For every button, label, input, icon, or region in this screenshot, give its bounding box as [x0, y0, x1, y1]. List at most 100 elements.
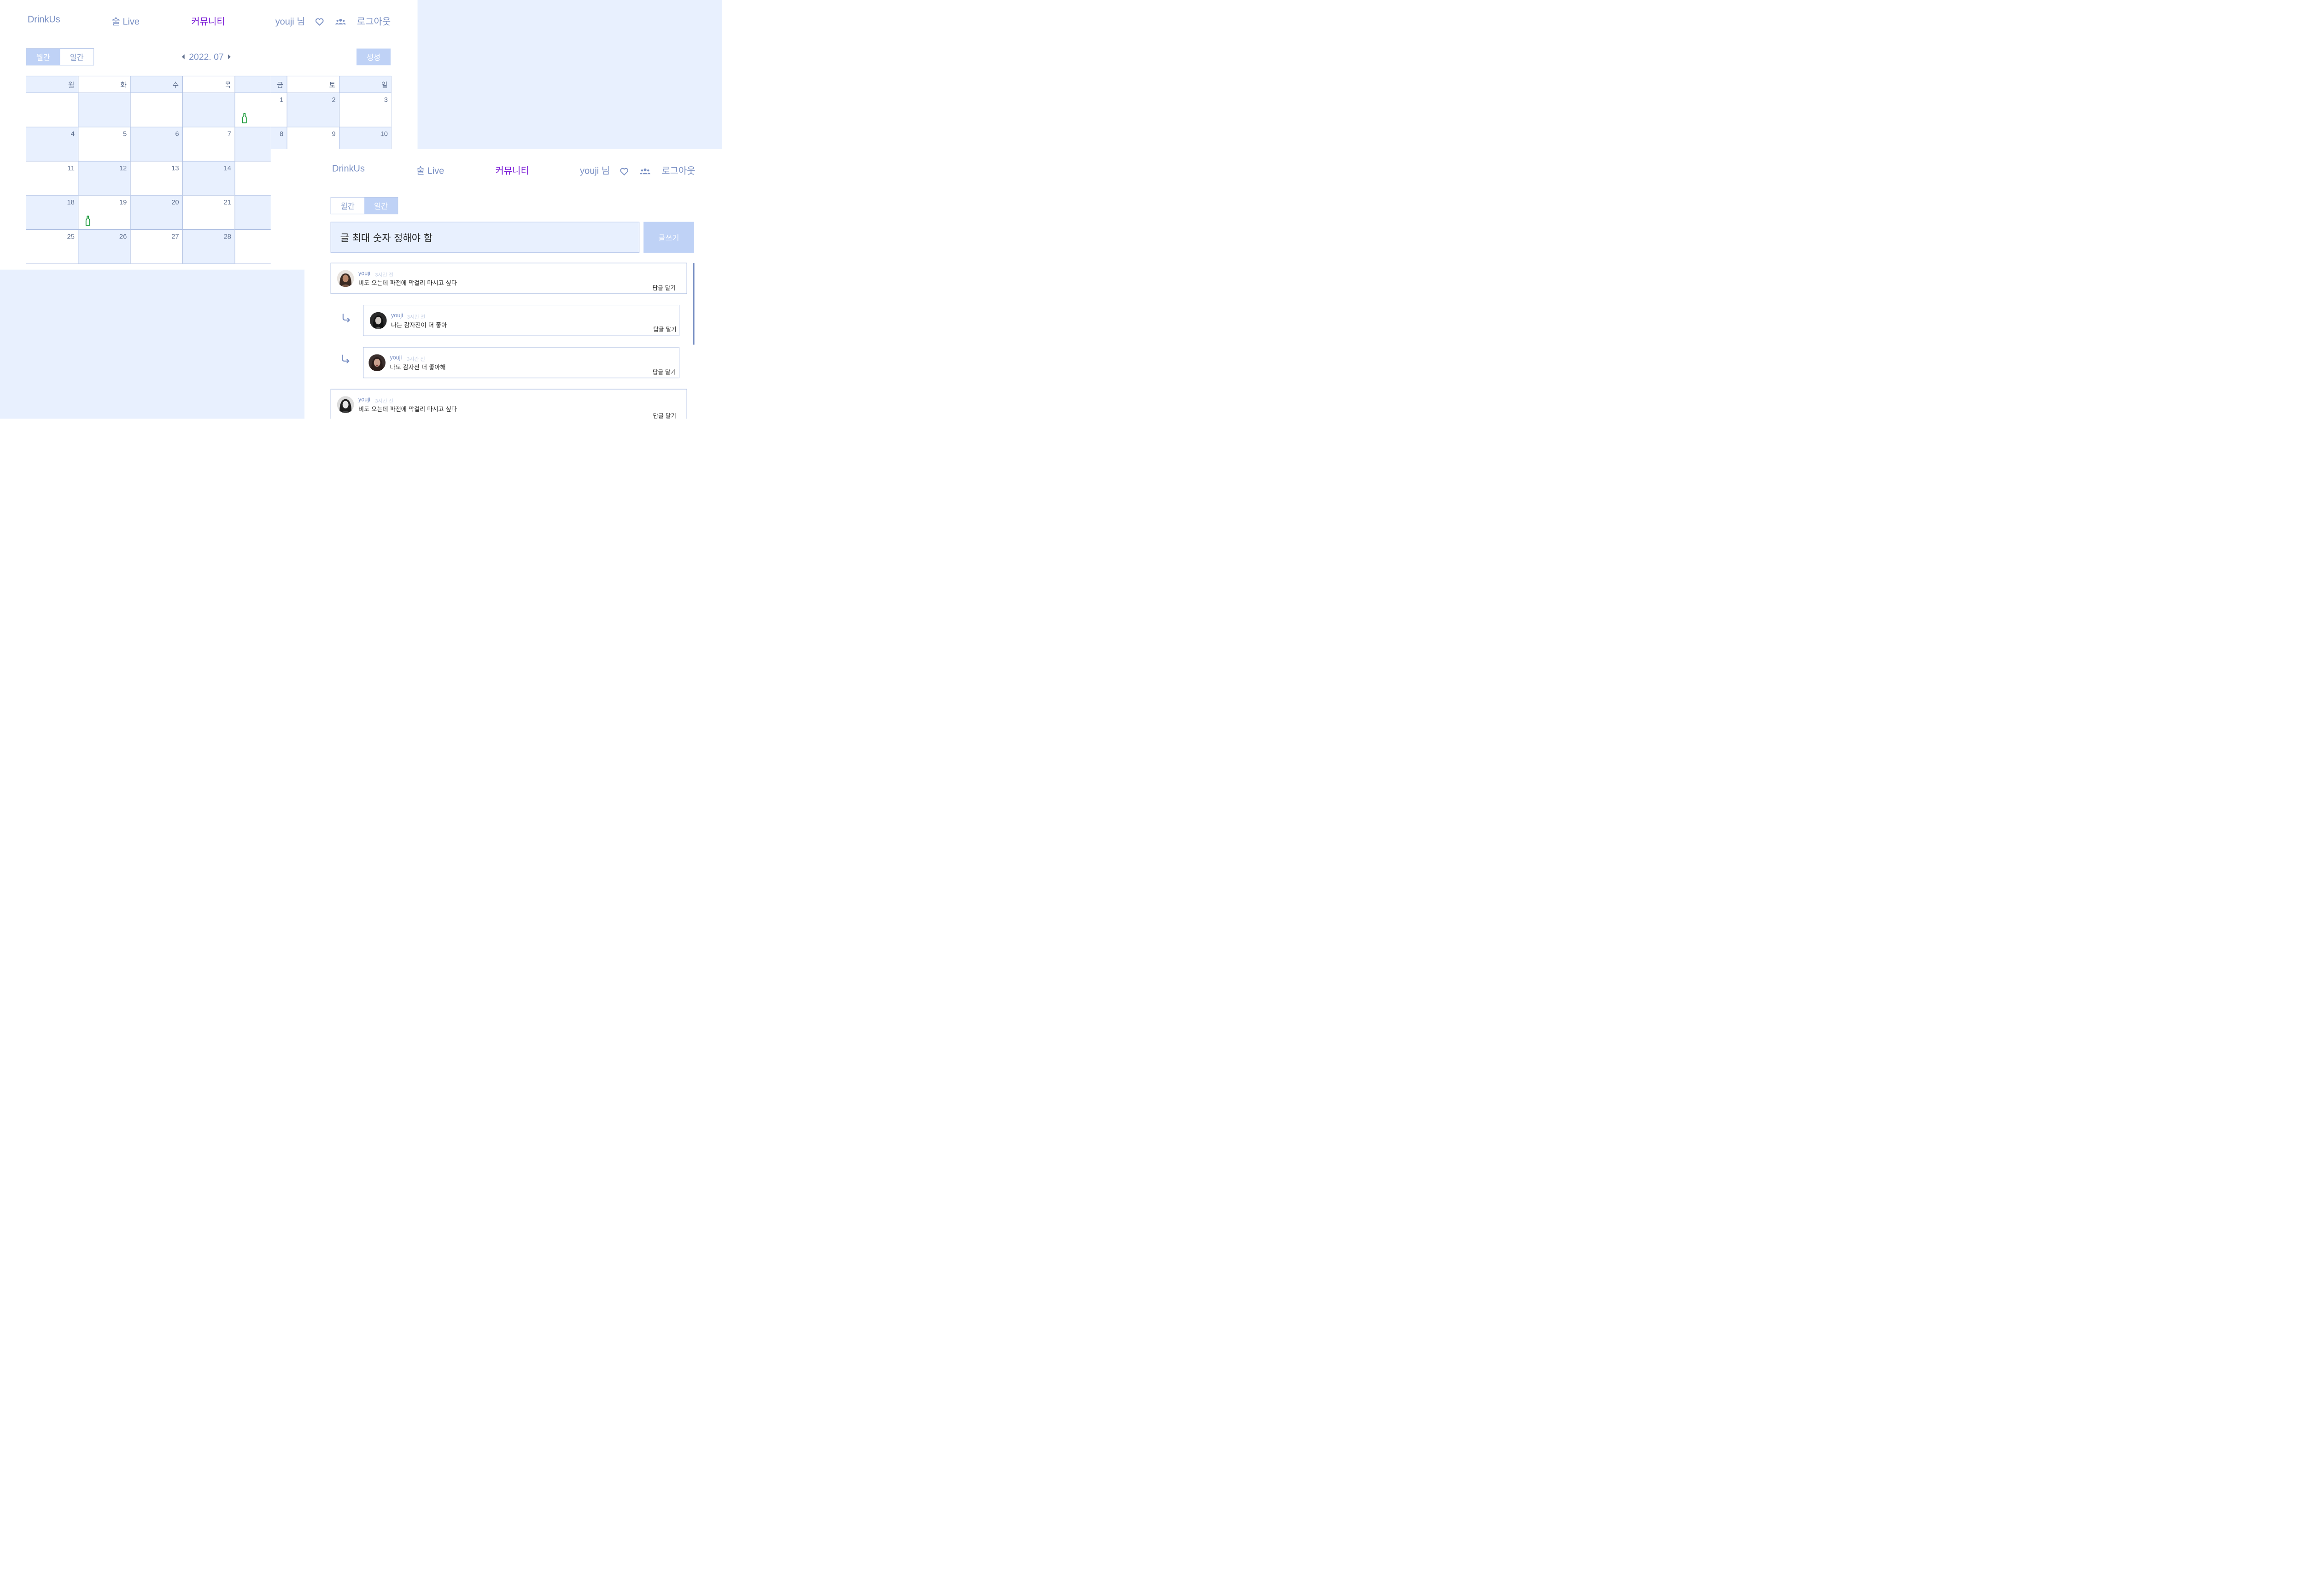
- calendar-day-cell[interactable]: 9: [287, 127, 339, 149]
- reply-arrow-icon: [341, 313, 352, 324]
- calendar-day-cell[interactable]: 4: [26, 127, 78, 162]
- calendar-day-cell[interactable]: 20: [130, 195, 183, 230]
- reply-button[interactable]: 답글 달기: [653, 367, 676, 376]
- calendar-day-cell[interactable]: 26: [78, 229, 131, 264]
- weekday-header: 금: [234, 76, 271, 93]
- day-number: 27: [171, 233, 179, 240]
- calendar-day-cell[interactable]: 29: [234, 229, 271, 264]
- calendar-day-cell[interactable]: 21: [182, 195, 235, 230]
- background-block: [0, 269, 305, 419]
- calendar-day-cell[interactable]: [26, 93, 78, 127]
- bottle-icon[interactable]: [85, 216, 90, 226]
- calendar-day-cell[interactable]: 7: [182, 127, 235, 162]
- daily-panel: DrinkUs 술 Live 커뮤니티 youji 님 로그아웃 월간 일간 글…: [304, 148, 722, 419]
- calendar-day-cell[interactable]: 15: [234, 161, 271, 196]
- scrollbar[interactable]: [693, 263, 695, 345]
- nav-community[interactable]: 커뮤니티: [495, 163, 529, 176]
- screenshot-stage: DrinkUs 술 Live 커뮤니티 youji 님 로그아웃 월간 일간 2…: [0, 0, 722, 419]
- calendar-day-cell[interactable]: 19: [78, 195, 131, 230]
- logout-link[interactable]: 로그아웃: [661, 163, 695, 176]
- brand-logo[interactable]: DrinkUs: [28, 14, 60, 24]
- reply-button[interactable]: 답글 달기: [653, 411, 676, 419]
- comment-time: 3시간 전: [407, 314, 426, 320]
- nav-live[interactable]: 술 Live: [416, 163, 444, 176]
- nav-user-name[interactable]: youji 님: [275, 14, 305, 27]
- weekday-header: 금: [270, 76, 287, 93]
- create-button[interactable]: 생성: [357, 48, 391, 65]
- tab-daily[interactable]: 일간: [60, 49, 94, 65]
- heart-icon[interactable]: [315, 17, 324, 27]
- day-number: 6: [175, 130, 179, 138]
- calendar-day-cell[interactable]: 6: [130, 127, 183, 162]
- calendar-day-cell[interactable]: 18: [26, 195, 78, 230]
- calendar-day-cell[interactable]: 8: [270, 127, 287, 149]
- comment-author[interactable]: youji: [390, 354, 402, 361]
- calendar-day-cell[interactable]: 13: [130, 161, 183, 196]
- day-number: 13: [171, 164, 179, 172]
- day-number: 5: [123, 130, 127, 138]
- calendar-day-cell[interactable]: 8: [234, 127, 271, 162]
- brand-logo[interactable]: DrinkUs: [332, 163, 365, 174]
- comment-text: 비도 오는데 파전에 막걸리 마시고 싶다: [358, 406, 457, 413]
- next-month-icon[interactable]: [228, 54, 231, 59]
- group-icon[interactable]: [335, 17, 346, 27]
- group-icon[interactable]: [639, 167, 651, 176]
- calendar-grid-clip: 월화수목금토일123456789101112131415161718192021…: [26, 76, 271, 265]
- view-toggle: 월간 일간: [330, 197, 398, 215]
- nav-community[interactable]: 커뮤니티: [191, 14, 225, 27]
- tab-monthly[interactable]: 월간: [26, 49, 60, 65]
- calendar-day-cell[interactable]: 3: [339, 93, 392, 127]
- calendar-day-cell[interactable]: 25: [26, 229, 78, 264]
- avatar: [337, 270, 354, 287]
- tab-daily[interactable]: 일간: [364, 197, 398, 214]
- calendar-day-cell[interactable]: 11: [26, 161, 78, 196]
- tab-monthly[interactable]: 월간: [331, 198, 364, 214]
- reply-arrow-icon: [340, 354, 351, 365]
- prev-month-icon[interactable]: [181, 54, 185, 59]
- calendar-day-cell[interactable]: [78, 93, 131, 127]
- comment-author[interactable]: youji: [358, 270, 370, 277]
- comment-text: 나는 감자전이 더 좋아: [391, 321, 447, 329]
- day-number: 26: [119, 233, 127, 240]
- day-number: 1: [280, 96, 284, 104]
- comment-time: 3시간 전: [375, 398, 394, 404]
- calendar-day-cell[interactable]: [182, 93, 235, 127]
- weekday-header: 화: [78, 76, 131, 93]
- calendar-day-cell[interactable]: 10: [339, 127, 392, 149]
- day-number: 11: [67, 164, 75, 172]
- day-number: 10: [380, 130, 388, 138]
- post-input[interactable]: 글 최대 숫자 정해야 함: [330, 221, 640, 253]
- calendar-day-cell[interactable]: 2: [287, 93, 339, 127]
- nav-live[interactable]: 술 Live: [111, 14, 139, 27]
- day-number: 12: [119, 164, 127, 172]
- calendar-day-cell[interactable]: 1: [270, 93, 287, 127]
- day-number: 21: [223, 198, 231, 206]
- calendar-day-cell[interactable]: 28: [182, 229, 235, 264]
- day-number: 25: [67, 233, 75, 240]
- logout-link[interactable]: 로그아웃: [357, 14, 391, 27]
- comment-author[interactable]: youji: [391, 312, 403, 319]
- reply-button[interactable]: 답글 달기: [653, 325, 676, 333]
- day-number: 9: [332, 130, 336, 138]
- calendar-day-cell[interactable]: 14: [182, 161, 235, 196]
- day-number: 20: [171, 198, 179, 206]
- calendar-day-cell[interactable]: 27: [130, 229, 183, 264]
- calendar-day-cell[interactable]: 5: [78, 127, 131, 162]
- reply-button[interactable]: 답글 달기: [653, 283, 676, 291]
- avatar: [369, 312, 387, 329]
- calendar-day-cell[interactable]: 12: [78, 161, 131, 196]
- avatar: [337, 396, 354, 414]
- background-block: [417, 0, 722, 149]
- comment-author[interactable]: youji: [358, 396, 370, 403]
- calendar-day-cell[interactable]: 22: [234, 195, 271, 230]
- calendar-day-cell[interactable]: [130, 93, 183, 127]
- bottle-icon[interactable]: [242, 113, 247, 123]
- calendar-day-cell[interactable]: 1: [234, 93, 271, 127]
- comment-time: 3시간 전: [407, 356, 425, 362]
- nav-user-name[interactable]: youji 님: [580, 163, 610, 176]
- day-number: 28: [223, 233, 231, 240]
- write-button[interactable]: 글쓰기: [643, 221, 694, 253]
- day-number: 19: [119, 198, 127, 206]
- heart-icon[interactable]: [620, 167, 629, 176]
- day-number: 8: [280, 130, 284, 138]
